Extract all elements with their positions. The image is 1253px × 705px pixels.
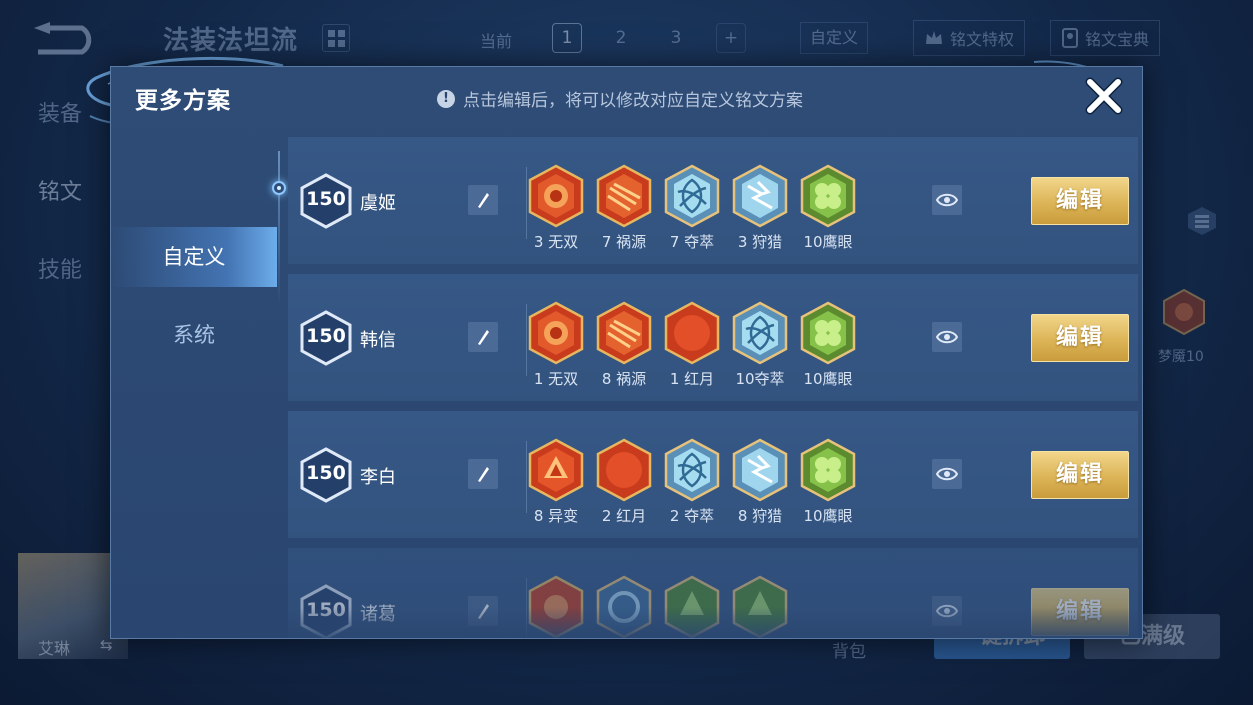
nav-tab-custom[interactable]: 自定义 — [111, 227, 277, 287]
eye-icon — [936, 467, 958, 481]
rename-button[interactable] — [468, 322, 498, 352]
rune-red-wushuang-icon[interactable] — [528, 301, 584, 365]
close-icon — [1085, 77, 1123, 115]
side-nav: 自定义 系统 — [111, 137, 283, 638]
page-tab-2[interactable]: 2 — [606, 23, 636, 53]
codex-label: 铭文宝典 — [1085, 30, 1150, 49]
hint-text: 点击编辑后，将可以修改对应自定义铭文方案 — [463, 91, 803, 111]
plan-hero-name: 李白 — [360, 467, 396, 488]
crown-icon — [926, 31, 942, 44]
custom-button[interactable]: 自定义 — [800, 22, 868, 54]
eye-icon — [936, 330, 958, 344]
level-value: 150 — [306, 188, 346, 210]
rune-label: 10鹰眼 — [803, 233, 853, 251]
rune-red-huoyuan-icon[interactable] — [596, 301, 652, 365]
row-separator — [526, 304, 527, 376]
privilege-button[interactable]: 铭文特权 — [913, 20, 1026, 56]
rune-blue-shoulie-icon[interactable] — [732, 438, 788, 502]
page-tab-3[interactable]: 3 — [661, 23, 691, 53]
add-page-button[interactable]: + — [716, 23, 746, 53]
current-label: 当前 — [480, 32, 513, 51]
pen-icon — [478, 330, 489, 345]
plan-row: 150 李白 8 异变 2 红月 2 夺萃 8 狩猎 10鹰眼 编辑 — [288, 411, 1138, 538]
plan-hero-name: 韩信 — [360, 330, 396, 351]
more-plans-modal: 更多方案 ! 点击编辑后，将可以修改对应自定义铭文方案 自定义 系统 150 虞姬… — [110, 66, 1143, 639]
edit-button[interactable]: 编辑 — [1031, 451, 1129, 499]
page-title: 法装法坦流 — [163, 26, 299, 56]
pen-icon — [478, 193, 489, 208]
plan-hero-name: 虞姬 — [360, 193, 396, 214]
rune-red-hongyue-icon[interactable] — [596, 438, 652, 502]
rune-red-yibian-icon[interactable] — [528, 438, 584, 502]
level-value: 150 — [306, 325, 346, 347]
codex-button[interactable]: 铭文宝典 — [1050, 20, 1161, 56]
edit-button[interactable]: 编辑 — [1031, 314, 1129, 362]
page-tab-1[interactable]: 1 — [552, 23, 582, 53]
rune-blue-shoulie-icon[interactable] — [732, 164, 788, 228]
modal-title: 更多方案 — [135, 88, 231, 114]
rune-green-yingyan-icon[interactable] — [800, 164, 856, 228]
info-icon: ! — [437, 89, 455, 108]
plan-row: 150 虞姬 3 无双 7 祸源 7 夺萃 3 狩猎 10鹰眼 编辑 — [288, 137, 1138, 264]
rune-green-yingyan-icon[interactable] — [800, 301, 856, 365]
preview-button[interactable] — [932, 322, 962, 352]
pen-icon — [478, 467, 489, 482]
level-value: 150 — [306, 462, 346, 484]
privilege-label: 铭文特权 — [950, 30, 1015, 49]
modal-header: 更多方案 ! 点击编辑后，将可以修改对应自定义铭文方案 — [111, 67, 1142, 129]
rune-label: 10鹰眼 — [803, 507, 853, 525]
dream-label: 梦魇10 — [1158, 349, 1204, 365]
eye-icon — [936, 193, 958, 207]
nav-tab-system[interactable]: 系统 — [111, 305, 277, 365]
nav-divider — [278, 151, 280, 307]
plan-list: 150 虞姬 3 无双 7 祸源 7 夺萃 3 狩猎 10鹰眼 编辑 150 韩信 1 无双 8 祸源… — [288, 137, 1138, 638]
edit-button[interactable]: 编辑 — [1031, 177, 1129, 225]
rune-blue-duocui-icon[interactable] — [664, 164, 720, 228]
book-icon — [1062, 28, 1078, 48]
list-fade-overlay — [288, 607, 1138, 638]
back-arrow-icon[interactable] — [32, 22, 98, 56]
row-separator — [526, 167, 527, 239]
preview-button[interactable] — [932, 459, 962, 489]
plan-row: 150 韩信 1 无双 8 祸源 1 红月 10夺萃 10鹰眼 编辑 — [288, 274, 1138, 401]
stack-icon[interactable] — [1186, 205, 1218, 237]
rune-red-huoyuan-icon[interactable] — [596, 164, 652, 228]
rune-blue-duocui-icon[interactable] — [664, 438, 720, 502]
row-separator — [526, 441, 527, 513]
hero-name: 艾琳 — [38, 639, 71, 658]
bag-label[interactable]: 背包 — [832, 637, 866, 662]
rune-green-yingyan-icon[interactable] — [800, 438, 856, 502]
rune-blue-duocui-icon[interactable] — [732, 301, 788, 365]
rune-label: 10鹰眼 — [803, 370, 853, 388]
preview-button[interactable] — [932, 185, 962, 215]
close-button[interactable] — [1081, 73, 1127, 119]
rename-button[interactable] — [468, 185, 498, 215]
nav-indicator-dot — [272, 181, 286, 195]
side-tab-equipment[interactable]: 装备 — [38, 96, 82, 128]
rename-button[interactable] — [468, 459, 498, 489]
side-tab-skill[interactable]: 技能 — [38, 252, 82, 284]
hint-text-wrapper: ! 点击编辑后，将可以修改对应自定义铭文方案 — [437, 86, 803, 111]
side-tab-rune[interactable]: 铭文 — [38, 174, 82, 206]
grid-icon[interactable] — [322, 24, 350, 52]
rune-red-wushuang-icon[interactable] — [528, 164, 584, 228]
rune-red-hongyue-icon[interactable] — [664, 301, 720, 365]
dream-rune-icon — [1163, 288, 1205, 336]
